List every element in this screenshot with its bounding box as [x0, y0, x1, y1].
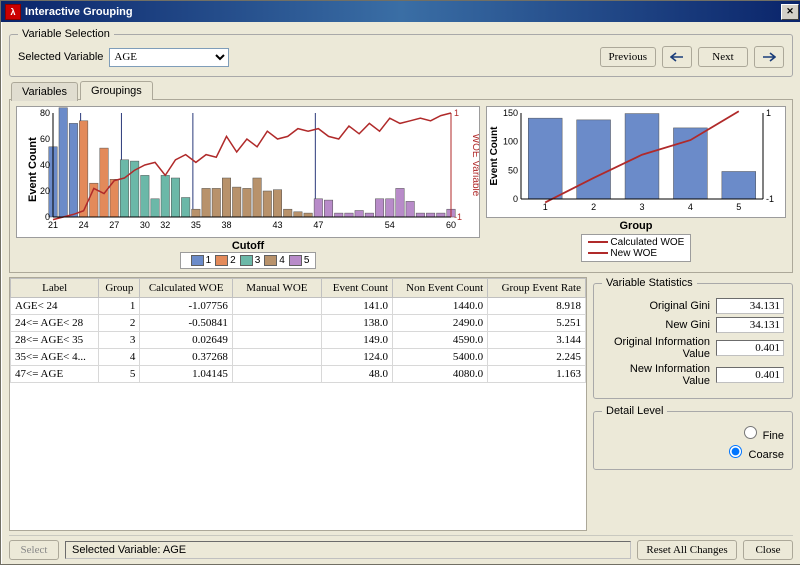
svg-text:Event Count: Event Count [489, 126, 500, 186]
svg-text:21: 21 [48, 220, 58, 230]
footer-bar: Select Selected Variable: AGE Reset All … [9, 535, 793, 560]
arrow-right-icon [762, 52, 776, 62]
previous-button[interactable]: Previous [600, 47, 657, 67]
svg-text:80: 80 [40, 108, 50, 118]
svg-text:5: 5 [736, 202, 741, 212]
svg-text:35: 35 [191, 220, 201, 230]
table-row[interactable]: 24<= AGE< 282-0.50841138.02490.05.251 [11, 315, 586, 332]
svg-text:WOE Variable: WOE Variable [470, 134, 479, 197]
svg-text:3: 3 [639, 202, 644, 212]
column-header[interactable]: Group Event Rate [488, 279, 586, 298]
tab-strip: Variables Groupings [9, 81, 793, 100]
column-header[interactable]: Event Count [321, 279, 392, 298]
svg-text:100: 100 [503, 137, 518, 147]
group-chart: 0 50 100 150 -1 1 1 2 3 4 5 Event Count [486, 106, 786, 218]
svg-text:32: 32 [160, 220, 170, 230]
tab-groupings[interactable]: Groupings [80, 81, 153, 100]
column-header[interactable]: Non Event Count [393, 279, 488, 298]
chart1-xlabel: Cutoff [16, 240, 480, 252]
svg-text:4: 4 [688, 202, 693, 212]
svg-text:30: 30 [140, 220, 150, 230]
cutoff-chart: Event Count 020406080-112124273032353843… [16, 106, 480, 238]
groupings-table: LabelGroupCalculated WOEManual WOEEvent … [9, 277, 587, 531]
original-gini-field [716, 298, 784, 314]
selected-variable-dropdown[interactable]: AGE [109, 48, 229, 67]
svg-text:150: 150 [503, 108, 518, 118]
app-icon: λ [5, 4, 21, 20]
variable-selection-legend: Variable Selection [18, 28, 114, 40]
chart2-legend: Calculated WOE New WOE [581, 234, 692, 262]
svg-text:1: 1 [766, 108, 771, 118]
original-iv-field [716, 340, 784, 356]
arrow-left-icon [670, 52, 684, 62]
detail-level-group: Detail Level Fine Coarse [593, 405, 793, 470]
table-row[interactable]: AGE< 241-1.07756141.01440.08.918 [11, 298, 586, 315]
svg-text:60: 60 [446, 220, 456, 230]
svg-text:27: 27 [109, 220, 119, 230]
detail-coarse-radio[interactable] [729, 445, 742, 458]
chart1-legend: 12345 [180, 252, 317, 269]
next-arrow-button[interactable] [754, 46, 784, 68]
previous-arrow-button[interactable] [662, 46, 692, 68]
table-row[interactable]: 47<= AGE51.0414548.04080.01.163 [11, 366, 586, 383]
svg-text:47: 47 [313, 220, 323, 230]
column-header[interactable]: Label [11, 279, 99, 298]
variable-statistics-group: Variable Statistics Original Gini New Gi… [593, 277, 793, 399]
tab-variables[interactable]: Variables [11, 82, 78, 101]
svg-text:-1: -1 [766, 194, 774, 204]
new-iv-field [716, 367, 784, 383]
next-button[interactable]: Next [698, 47, 748, 67]
svg-text:24: 24 [79, 220, 89, 230]
title-bar: λ Interactive Grouping ✕ [1, 1, 800, 22]
close-window-button[interactable]: ✕ [781, 4, 799, 20]
chart2-xlabel: Group [486, 220, 786, 232]
chart1-ylabel: Event Count [27, 137, 39, 202]
window-title: Interactive Grouping [25, 6, 133, 18]
column-header[interactable]: Calculated WOE [140, 279, 233, 298]
detail-fine-radio[interactable] [744, 426, 757, 439]
status-text: Selected Variable: AGE [65, 541, 631, 559]
column-header[interactable]: Group [99, 279, 140, 298]
selected-variable-label: Selected Variable [18, 51, 103, 63]
svg-text:20: 20 [40, 186, 50, 196]
close-button[interactable]: Close [743, 540, 793, 560]
svg-text:60: 60 [40, 134, 50, 144]
select-button[interactable]: Select [9, 540, 59, 560]
svg-text:2: 2 [591, 202, 596, 212]
svg-text:1: 1 [543, 202, 548, 212]
table-row[interactable]: 28<= AGE< 3530.02649149.04590.03.144 [11, 332, 586, 349]
svg-text:54: 54 [385, 220, 395, 230]
window-root: λ Interactive Grouping ✕ Variable Select… [0, 0, 800, 565]
variable-selection-group: Variable Selection Selected Variable AGE… [9, 28, 793, 77]
new-gini-field [716, 317, 784, 333]
tab-panel-groupings: Event Count 020406080-112124273032353843… [9, 99, 793, 273]
svg-text:43: 43 [273, 220, 283, 230]
reset-all-button[interactable]: Reset All Changes [637, 540, 737, 560]
svg-text:40: 40 [40, 160, 50, 170]
column-header[interactable]: Manual WOE [232, 279, 321, 298]
svg-text:50: 50 [508, 165, 518, 175]
svg-text:0: 0 [513, 194, 518, 204]
svg-text:1: 1 [454, 108, 459, 118]
svg-text:38: 38 [221, 220, 231, 230]
table-row[interactable]: 35<= AGE< 4...40.37268124.05400.02.245 [11, 349, 586, 366]
